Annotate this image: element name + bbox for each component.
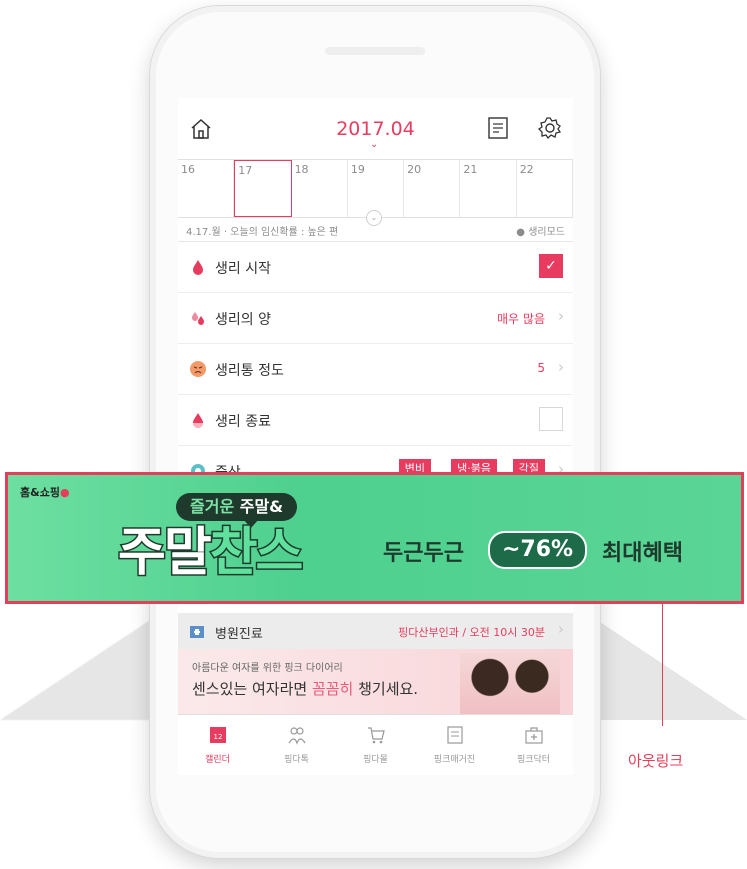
discount-pill: ~76% xyxy=(488,531,588,569)
row-value: 5 xyxy=(537,361,545,375)
drops-icon xyxy=(192,312,204,325)
drop-half-icon xyxy=(193,413,203,428)
row-value: 핑다산부인과 / 오전 10시 30분 xyxy=(398,626,545,639)
promo-title: 센스있는 여자라면 꼼꼼히 챙기세요. xyxy=(192,678,418,699)
title-a: 주말 xyxy=(117,522,214,585)
promo-title-pre: 센스있는 여자라면 xyxy=(192,680,312,698)
app-screen: 2017.04 ⌄ 16 17 18 19 20 21 22 ⌄ 4.17.월 … xyxy=(178,98,573,775)
row-period-end[interactable]: 생리 종료 xyxy=(178,395,573,446)
period-mode-label[interactable]: ● 생리모드 xyxy=(516,223,565,238)
period-mode-text: 생리모드 xyxy=(528,227,565,238)
promo-photo xyxy=(460,653,560,714)
bubble-text-a: 즐거운 xyxy=(190,497,240,516)
cart-icon xyxy=(367,727,385,744)
row-label: 생리의 양 xyxy=(215,312,271,328)
magazine-icon xyxy=(446,726,463,744)
row-value: 매우 많음 xyxy=(497,312,545,326)
tab-mall[interactable]: 핑다몰 xyxy=(336,715,415,775)
tab-label: 캘린더 xyxy=(205,755,230,765)
period-end-checkbox[interactable] xyxy=(539,407,563,431)
period-start-checkbox[interactable]: ✓ xyxy=(539,254,563,278)
tab-magazine[interactable]: 핑크매거진 xyxy=(415,715,494,775)
tab-doctor[interactable]: 핑크닥터 xyxy=(494,715,573,775)
row-label: 생리 종료 xyxy=(215,414,271,430)
promo-banner[interactable]: 아름다운 여자를 위한 핑크 다이어리 센스있는 여자라면 꼼꼼히 챙기세요. xyxy=(178,649,573,714)
app-header: 2017.04 ⌄ xyxy=(178,98,573,158)
pregnancy-chance-text: 4.17.월 · 오늘의 임신확률 : 높은 편 xyxy=(186,227,339,238)
calendar-day-selected[interactable]: 17 xyxy=(234,160,292,217)
calendar-day[interactable]: 16 xyxy=(178,160,235,217)
day-status-bar: 4.17.월 · 오늘의 임신확률 : 높은 편 ● 생리모드 xyxy=(178,217,573,242)
row-label: 생리 시작 xyxy=(215,261,271,277)
row-period-amount[interactable]: 생리의 양 매우 많음 › xyxy=(178,293,573,344)
title-b: 찬스 xyxy=(208,522,305,585)
people-icon xyxy=(287,727,306,745)
callout-label: 아웃링크 xyxy=(628,752,684,770)
hospital-icon xyxy=(190,626,204,638)
calendar-day[interactable]: 18 xyxy=(292,160,348,217)
banner-title: 주말찬스 xyxy=(117,521,305,585)
tab-label: 핑크닥터 xyxy=(516,755,551,765)
promo-title-em: 꼼꼼히 xyxy=(311,680,354,698)
shopping-logo: 홈&쇼핑● xyxy=(20,486,70,499)
banner-bubble: 즐거운 주말& xyxy=(176,493,298,521)
calendar-day[interactable]: 21 xyxy=(460,160,517,217)
week-calendar: 16 17 18 19 20 21 22 xyxy=(178,159,573,218)
tab-label: 핑다몰 xyxy=(363,755,388,765)
bubble-text-b: 주말& xyxy=(239,497,284,516)
row-label: 병원진료 xyxy=(215,627,263,642)
tab-label: 핑크매거진 xyxy=(433,755,476,765)
logo-text: 홈&쇼핑 xyxy=(20,486,60,499)
bottom-navigation: 12 캘린더 핑다톡 핑다몰 핑크매거진 핑크닥터 xyxy=(178,714,573,775)
callout-line xyxy=(662,601,663,726)
row-hospital[interactable]: 병원진료 핑다산부인과 / 오전 10시 30분 › xyxy=(178,613,573,649)
tab-label: 핑다톡 xyxy=(284,755,309,765)
face-icon xyxy=(190,361,206,377)
banner-benefit: 최대혜택 xyxy=(602,541,683,566)
drop-icon xyxy=(193,260,203,275)
promo-title-post: 챙기세요. xyxy=(353,680,419,698)
calendar-day[interactable]: 20 xyxy=(404,160,461,217)
chevron-right-icon: › xyxy=(558,358,564,376)
calendar-day[interactable]: 22 xyxy=(517,160,573,217)
row-period-start[interactable]: 생리 시작 ✓ xyxy=(178,242,573,293)
phone-speaker xyxy=(325,47,425,55)
tab-talk[interactable]: 핑다톡 xyxy=(257,715,336,775)
month-title[interactable]: 2017.04 xyxy=(178,118,573,140)
chevron-right-icon: › xyxy=(558,620,564,638)
calendar-badge: 12 xyxy=(213,733,222,741)
memo-icon[interactable] xyxy=(487,116,509,140)
banner-subtitle: 두근두근 xyxy=(383,541,464,566)
calendar-icon: 12 xyxy=(209,727,226,743)
medical-bag-icon xyxy=(524,727,543,744)
row-cramps[interactable]: 생리통 정도 5 › xyxy=(178,344,573,395)
outlink-ad-banner[interactable]: 홈&쇼핑● 즐거운 주말& 주말찬스 두근두근 ~76% 최대혜택 xyxy=(8,475,741,601)
chevron-down-icon[interactable]: ⌄ xyxy=(370,139,378,150)
row-label: 생리통 정도 xyxy=(215,363,284,379)
chevron-right-icon: › xyxy=(558,307,564,325)
gear-icon[interactable] xyxy=(538,116,562,140)
calendar-day[interactable]: 19 xyxy=(348,160,405,217)
promo-subtitle: 아름다운 여자를 위한 핑크 다이어리 xyxy=(192,663,343,674)
tab-calendar[interactable]: 12 캘린더 xyxy=(178,715,257,775)
